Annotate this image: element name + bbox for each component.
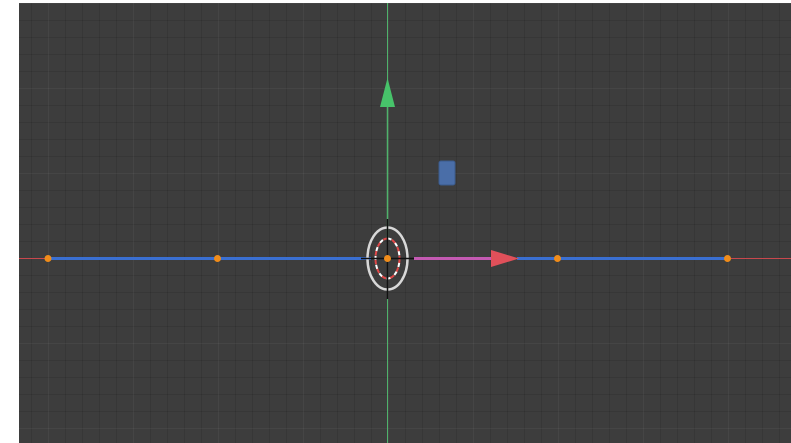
origin-icon[interactable] <box>384 255 391 262</box>
gizmo-x-arrow[interactable] <box>491 250 519 267</box>
curve-vertex[interactable] <box>214 255 221 262</box>
gizmo-y-arrow[interactable] <box>380 78 395 107</box>
viewport-scene[interactable] <box>19 3 791 443</box>
curve-vertex[interactable] <box>44 255 52 262</box>
curve-vertex[interactable] <box>724 255 731 262</box>
3d-viewport[interactable] <box>19 3 791 443</box>
curve-vertex[interactable] <box>554 255 561 262</box>
selected-handle[interactable] <box>438 160 456 186</box>
